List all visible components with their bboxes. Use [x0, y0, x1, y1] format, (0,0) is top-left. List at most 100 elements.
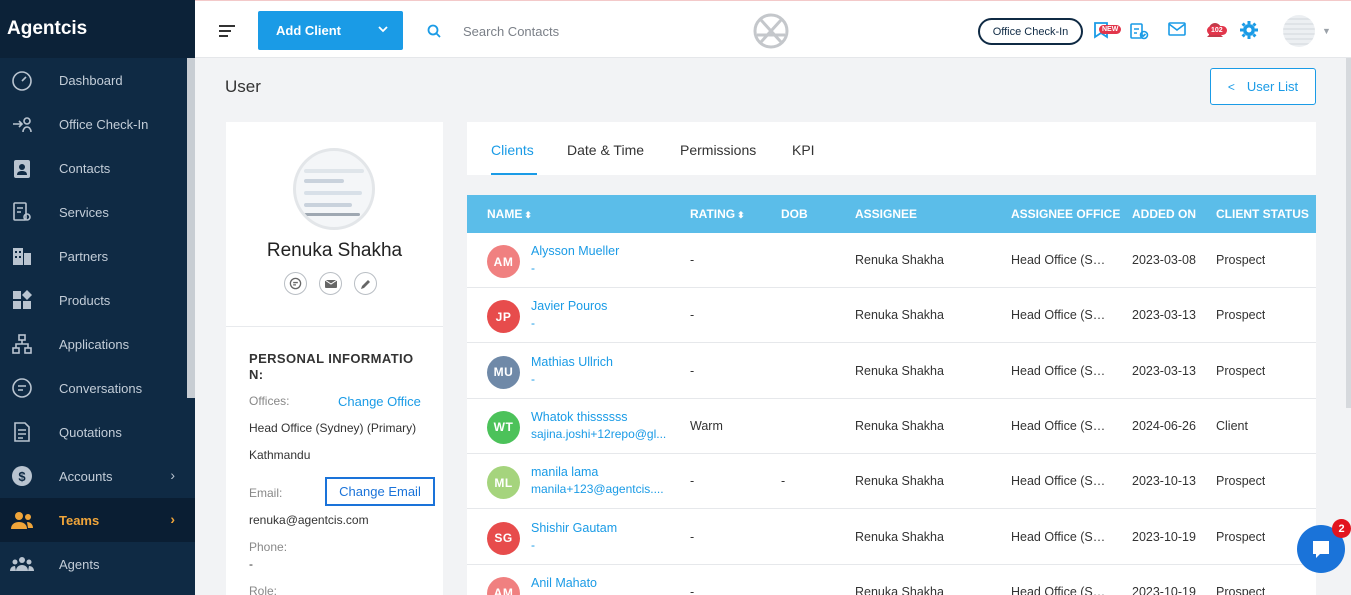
cell-office: Head Office (Sydney) — [1011, 253, 1107, 267]
svg-text:$: $ — [18, 469, 26, 484]
gear-icon[interactable] — [1240, 21, 1258, 42]
cell-assignee: Renuka Shakha — [855, 529, 944, 544]
client-email-link[interactable]: - — [531, 538, 676, 552]
user-tabs: Clients Date & Time Permissions KPI — [467, 122, 1316, 175]
sidebar-item-services[interactable]: Services — [0, 190, 195, 234]
sidebar-item-teams[interactable]: Teams › — [0, 498, 195, 542]
sidebar: Agentcis Dashboard Office Check-In Conta… — [0, 0, 195, 595]
sidebar-item-office-checkin[interactable]: Office Check-In — [0, 102, 195, 146]
sidebar-item-quotations[interactable]: Quotations — [0, 410, 195, 454]
client-avatar[interactable]: MU — [487, 355, 520, 389]
email-icon[interactable] — [319, 272, 342, 295]
client-name-link[interactable]: manila lama — [531, 465, 598, 479]
add-client-button[interactable]: Add Client — [258, 11, 403, 50]
client-avatar[interactable]: SG — [487, 521, 520, 555]
company-logo-icon — [753, 13, 789, 52]
client-avatar[interactable]: AM — [487, 245, 520, 278]
sort-icon: ⬍ — [737, 210, 745, 220]
cell-office: Head Office (Sydney) — [1011, 474, 1107, 489]
table-row[interactable]: JP Javier Pouros - - Renuka Shakha Head Offic… — [467, 288, 1316, 344]
cell-office: Head Office (Sydney) — [1011, 308, 1107, 323]
profile-avatar[interactable] — [293, 148, 375, 230]
client-name-link[interactable]: Whatok thissssss — [531, 410, 628, 424]
client-email-link[interactable]: - — [531, 261, 676, 275]
client-name-link[interactable]: Javier Pouros — [531, 299, 607, 313]
client-email-link[interactable]: - — [531, 372, 676, 386]
client-name-link[interactable]: Anil Mahato — [531, 576, 597, 590]
client-avatar[interactable]: JP — [487, 300, 520, 334]
office-checkin-button[interactable]: Office Check-In — [978, 18, 1083, 45]
email-label: Email: — [249, 486, 283, 500]
menu-toggle-icon[interactable] — [219, 25, 235, 37]
client-avatar[interactable]: AM — [487, 576, 520, 595]
client-email-link[interactable]: sajina.joshi+12repo@gl... — [531, 427, 676, 441]
topbar: Add Client Office Check-In NEW 102 ▼ — [195, 0, 1351, 58]
contacts-icon — [10, 156, 34, 180]
cell-office: Head Office (Sydney) — [1011, 363, 1107, 378]
tab-date-time[interactable]: Date & Time — [567, 142, 644, 158]
tasks-icon[interactable] — [1129, 21, 1149, 44]
chevron-right-icon: › — [170, 511, 175, 527]
sidebar-item-applications[interactable]: Applications — [0, 322, 195, 366]
sidebar-item-contacts[interactable]: Contacts — [0, 146, 195, 190]
table-row[interactable]: WT Whatok thissssss sajina.joshi+12repo@gl… — [467, 398, 1316, 454]
tab-kpi[interactable]: KPI — [792, 142, 815, 158]
edit-icon[interactable] — [354, 272, 377, 295]
tab-clients[interactable]: Clients — [491, 142, 534, 158]
client-name-link[interactable]: Alysson Mueller — [531, 244, 619, 258]
client-email-link[interactable]: manila+123@agentcis.... — [531, 482, 676, 496]
sidebar-item-label: Teams — [59, 512, 100, 528]
user-list-label: User List — [1246, 79, 1299, 94]
sidebar-item-accounts[interactable]: $ Accounts › — [0, 454, 195, 498]
sidebar-item-conversations[interactable]: Conversations — [0, 366, 195, 410]
change-email-button[interactable]: Change Email — [325, 477, 435, 506]
table-row[interactable]: SG Shishir Gautam - - Renuka Shakha Head Offi… — [467, 509, 1316, 565]
column-header-name[interactable]: NAME ⬍ — [487, 207, 532, 221]
table-row[interactable]: ML manila lama manila+123@agentcis.... - - Re… — [467, 454, 1316, 510]
office-value: Head Office (Sydney) (Primary) — [249, 421, 417, 435]
table-row[interactable]: AMAnil Mahato--Renuka ShakhaHead Office … — [467, 564, 1316, 595]
cell-status: Prospect — [1216, 584, 1266, 595]
chevron-down-icon[interactable]: ▼ — [1322, 26, 1331, 36]
user-avatar[interactable] — [1283, 15, 1315, 47]
profile-actions — [284, 272, 377, 295]
page-title: User — [225, 77, 261, 96]
client-avatar[interactable]: ML — [487, 466, 520, 500]
change-office-link[interactable]: Change Office — [338, 394, 421, 409]
client-avatar[interactable]: WT — [487, 410, 520, 444]
chat-icon[interactable] — [284, 272, 307, 295]
profile-name: Renuka Shakha — [266, 240, 403, 261]
tab-permissions[interactable]: Permissions — [680, 142, 756, 158]
divider — [226, 326, 443, 327]
sidebar-item-label: Products — [59, 292, 111, 308]
table-row[interactable]: AM Alysson Mueller - - Renuka Shakha Head Off… — [467, 233, 1316, 288]
sidebar-scrollbar[interactable] — [187, 58, 195, 398]
cell-status: Prospect — [1216, 474, 1266, 489]
quotations-icon — [10, 420, 34, 444]
brand-logo[interactable]: Agentcis — [0, 0, 195, 58]
client-name-link[interactable]: Shishir Gautam — [531, 521, 617, 535]
mail-icon[interactable] — [1168, 21, 1186, 40]
phone-value: - — [249, 557, 253, 571]
table-row[interactable]: MU Mathias Ullrich - - Renuka Shakha Head Off… — [467, 343, 1316, 399]
sidebar-item-partners[interactable]: Partners — [0, 234, 195, 278]
teams-icon — [10, 508, 34, 532]
sidebar-item-agents[interactable]: Agents — [0, 542, 195, 586]
client-email-link[interactable]: - — [531, 316, 676, 330]
client-name-link[interactable]: Mathias Ullrich — [531, 355, 613, 369]
cell-status: Prospect — [1216, 308, 1266, 323]
cell-assignee: Renuka Shakha — [855, 584, 944, 595]
chevron-down-icon[interactable] — [377, 23, 389, 38]
search-input[interactable] — [463, 21, 663, 41]
email-value: renuka@agentcis.com — [249, 513, 369, 527]
search-icon[interactable] — [427, 24, 441, 41]
new-badge: NEW — [1099, 25, 1122, 34]
clients-table: NAME ⬍ RATING ⬍ DOB ASSIGNEE ASSIGNEE OFFI… — [467, 195, 1316, 595]
sidebar-item-label: Office Check-In — [59, 116, 149, 132]
page-scrollbar[interactable] — [1346, 58, 1351, 408]
sidebar-item-products[interactable]: Products — [0, 278, 195, 322]
user-list-button[interactable]: < User List — [1210, 68, 1316, 105]
sidebar-item-label: Quotations — [59, 424, 122, 440]
sidebar-item-dashboard[interactable]: Dashboard — [0, 58, 195, 102]
column-header-rating[interactable]: RATING ⬍ — [690, 207, 745, 221]
